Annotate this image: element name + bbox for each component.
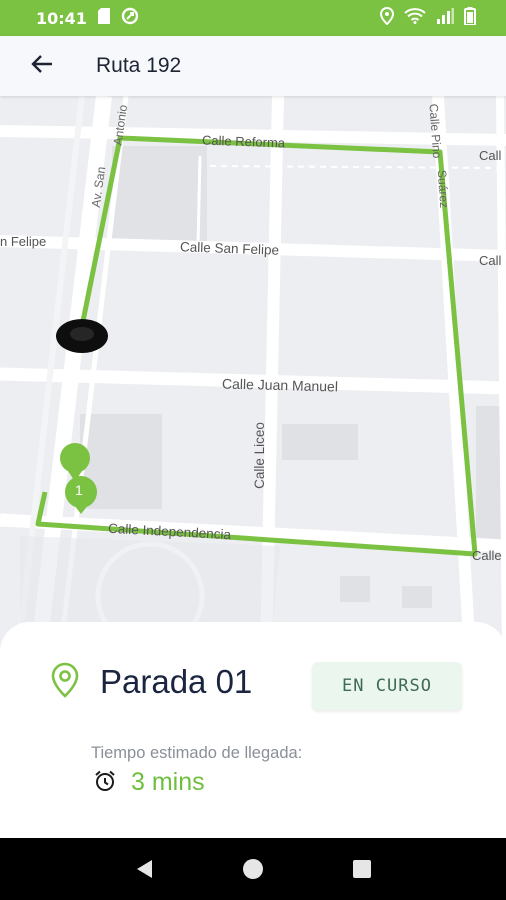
stop-row: Parada 01 — [50, 662, 252, 702]
status-time: 10:41 — [36, 8, 87, 28]
wifi-icon — [404, 8, 426, 28]
stop-marker-label: 1 — [75, 482, 83, 498]
status-badge: EN CURSO — [312, 662, 462, 710]
signal-icon — [436, 8, 454, 28]
eta-label: Tiempo estimado de llegada: — [91, 744, 303, 762]
system-nav-bar — [0, 838, 506, 900]
app-bar: Ruta 192 — [0, 36, 506, 96]
page-title: Ruta 192 — [96, 54, 182, 77]
eta-value: 3 mins — [131, 768, 205, 796]
eta-row: 3 mins — [93, 768, 205, 797]
street-label: Call — [479, 253, 502, 268]
battery-icon — [464, 7, 476, 29]
location-icon — [379, 6, 395, 29]
stop-card: Parada 01 EN CURSO Tiempo estimado de ll… — [0, 622, 506, 838]
street-label: n Felipe — [0, 234, 47, 249]
back-button[interactable] — [22, 46, 62, 86]
alarm-clock-icon — [93, 769, 117, 797]
stop-name: Parada 01 — [100, 663, 253, 700]
home-circle-icon[interactable] — [238, 854, 268, 884]
street-label: Calle Liceo — [251, 422, 267, 489]
status-right — [379, 6, 476, 29]
arrow-back-icon — [31, 54, 53, 78]
street-label: Calle Juan Manuel — [221, 375, 339, 395]
sd-card-icon — [97, 7, 111, 29]
street-label: Calle — [472, 548, 502, 563]
data-saver-icon — [121, 7, 139, 29]
back-triangle-icon[interactable] — [129, 854, 159, 884]
route-map[interactable]: 1 Calle Reforma Call n Felipe Calle San … — [0, 96, 506, 656]
street-label: Calle Reforma — [201, 132, 286, 151]
street-label: Suárez — [434, 169, 452, 209]
status-bar: 10:41 — [0, 0, 506, 36]
location-pin-icon — [50, 662, 80, 702]
status-left: 10:41 — [36, 7, 139, 29]
street-label: Call — [479, 148, 502, 163]
recents-square-icon[interactable] — [347, 854, 377, 884]
